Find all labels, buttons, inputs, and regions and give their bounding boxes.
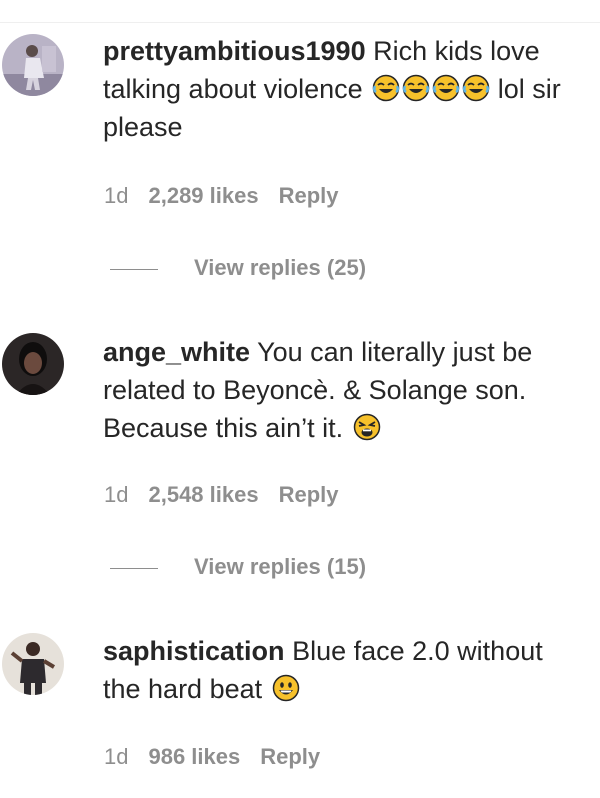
comment-meta: 1d 2,548 likes Reply <box>104 482 359 508</box>
replies-divider <box>110 567 158 569</box>
reply-button[interactable]: Reply <box>279 482 339 507</box>
view-replies-button[interactable]: View replies (25) <box>110 255 366 281</box>
comment-username[interactable]: prettyambitious1990 <box>103 36 366 66</box>
top-divider <box>0 22 600 23</box>
face-with-tears-of-joy-icon <box>432 74 460 102</box>
view-replies-label: View replies (25) <box>194 255 367 280</box>
avatar[interactable] <box>2 34 64 96</box>
view-replies-button[interactable]: View replies (15) <box>110 554 366 580</box>
comment-time: 1d <box>104 744 129 769</box>
likes-count[interactable]: 986 likes <box>148 744 240 769</box>
likes-count[interactable]: 2,548 likes <box>148 482 258 507</box>
face-with-tears-of-joy-icon <box>462 74 490 102</box>
comment-username[interactable]: saphistication <box>103 636 285 666</box>
reply-button[interactable]: Reply <box>279 183 339 208</box>
comment-meta: 1d 2,289 likes Reply <box>104 183 359 209</box>
face-with-tears-of-joy-icon <box>372 74 400 102</box>
avatar[interactable] <box>2 633 64 695</box>
weary-face-icon <box>353 413 381 441</box>
reply-button[interactable]: Reply <box>260 744 320 769</box>
comment-username[interactable]: ange_white <box>103 337 250 367</box>
comment-time: 1d <box>104 183 129 208</box>
comment-meta: 1d 986 likes Reply <box>104 744 340 770</box>
avatar[interactable] <box>2 333 64 395</box>
likes-count[interactable]: 2,289 likes <box>148 183 258 208</box>
view-replies-label: View replies (15) <box>194 554 367 579</box>
replies-divider <box>110 268 158 270</box>
face-with-tears-of-joy-icon <box>402 74 430 102</box>
grinning-face-icon <box>272 674 300 702</box>
comment-time: 1d <box>104 482 129 507</box>
